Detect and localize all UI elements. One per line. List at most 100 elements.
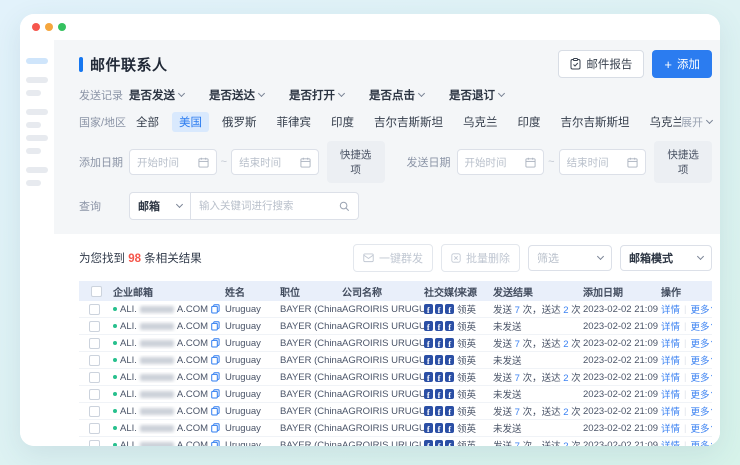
country-chip[interactable]: 俄罗斯 [215, 112, 264, 132]
detail-link[interactable]: 详情 [661, 404, 680, 418]
row-checkbox[interactable] [89, 423, 100, 434]
add-date-end-input[interactable]: 结束时间 [231, 149, 319, 175]
facebook-icon[interactable] [435, 440, 444, 446]
add-date-start-input[interactable]: 开始时间 [129, 149, 217, 175]
send-record-filter-dropdown[interactable]: 是否点击 [369, 87, 424, 103]
facebook-icon[interactable] [435, 389, 444, 399]
copy-icon[interactable] [211, 304, 220, 314]
facebook-icon[interactable] [435, 321, 444, 331]
filter-select[interactable]: 筛选 [528, 245, 612, 271]
more-link[interactable]: 更多 [690, 404, 712, 418]
detail-link[interactable]: 详情 [661, 421, 680, 435]
select-all-checkbox[interactable] [91, 286, 102, 297]
facebook-icon[interactable] [445, 355, 454, 365]
country-chip[interactable]: 印度 [324, 112, 361, 132]
more-link[interactable]: 更多 [690, 319, 712, 333]
row-checkbox[interactable] [89, 355, 100, 366]
send-record-filter-dropdown[interactable]: 是否退订 [449, 87, 504, 103]
row-checkbox[interactable] [89, 389, 100, 400]
traffic-light-close-icon[interactable] [32, 23, 40, 31]
sidebar-item[interactable] [26, 109, 48, 115]
row-checkbox[interactable] [89, 406, 100, 417]
facebook-icon[interactable] [424, 304, 433, 314]
row-checkbox[interactable] [89, 440, 100, 447]
detail-link[interactable]: 详情 [661, 319, 680, 333]
facebook-icon[interactable] [435, 406, 444, 416]
batch-delete-button[interactable]: 批量删除 [441, 244, 520, 272]
traffic-light-minimize-icon[interactable] [45, 23, 53, 31]
add-date-quick-options-button[interactable]: 快捷选项 [327, 141, 385, 183]
detail-link[interactable]: 详情 [661, 302, 680, 316]
country-chip[interactable]: 吉尔吉斯斯坦 [367, 112, 450, 132]
sidebar-item[interactable] [26, 122, 41, 128]
mode-select[interactable]: 邮箱模式 [620, 245, 712, 271]
send-date-end-input[interactable]: 结束时间 [559, 149, 647, 175]
detail-link[interactable]: 详情 [661, 353, 680, 367]
copy-icon[interactable] [211, 338, 220, 348]
sidebar-item[interactable] [26, 90, 41, 96]
facebook-icon[interactable] [435, 338, 444, 348]
sidebar-item[interactable] [26, 167, 48, 173]
facebook-icon[interactable] [435, 372, 444, 382]
copy-icon[interactable] [211, 440, 220, 446]
row-checkbox[interactable] [89, 338, 100, 349]
detail-link[interactable]: 详情 [661, 387, 680, 401]
row-checkbox[interactable] [89, 304, 100, 315]
sidebar-item[interactable] [26, 180, 41, 186]
search-input[interactable] [199, 200, 339, 212]
row-checkbox[interactable] [89, 321, 100, 332]
detail-link[interactable]: 详情 [661, 336, 680, 350]
sidebar-item[interactable] [26, 77, 48, 83]
add-button[interactable]: + 添加 [652, 50, 712, 78]
email-report-button[interactable]: 邮件报告 [558, 50, 644, 78]
country-chip[interactable]: 菲律宾 [270, 112, 319, 132]
traffic-light-zoom-icon[interactable] [58, 23, 66, 31]
more-link[interactable]: 更多 [690, 353, 712, 367]
facebook-icon[interactable] [445, 423, 454, 433]
country-chip[interactable]: 吉尔吉斯斯坦 [554, 112, 637, 132]
country-chip[interactable]: 乌克兰 [643, 112, 682, 132]
detail-link[interactable]: 详情 [661, 370, 680, 384]
facebook-icon[interactable] [435, 423, 444, 433]
facebook-icon[interactable] [424, 321, 433, 331]
more-link[interactable]: 更多 [690, 387, 712, 401]
row-checkbox[interactable] [89, 372, 100, 383]
send-record-filter-dropdown[interactable]: 是否发送 [129, 87, 184, 103]
facebook-icon[interactable] [445, 321, 454, 331]
sidebar-item[interactable] [26, 148, 41, 154]
country-chip[interactable]: 全部 [129, 112, 166, 132]
send-record-filter-dropdown[interactable]: 是否送达 [209, 87, 264, 103]
more-link[interactable]: 更多 [690, 336, 712, 350]
facebook-icon[interactable] [445, 406, 454, 416]
copy-icon[interactable] [211, 389, 220, 399]
country-chip[interactable]: 乌克兰 [456, 112, 505, 132]
facebook-icon[interactable] [445, 338, 454, 348]
facebook-icon[interactable] [445, 304, 454, 314]
facebook-icon[interactable] [424, 423, 433, 433]
sidebar-item[interactable] [26, 58, 48, 64]
more-link[interactable]: 更多 [690, 302, 712, 316]
more-link[interactable]: 更多 [690, 438, 712, 446]
query-type-select[interactable]: 邮箱 [129, 192, 191, 220]
mass-send-button[interactable]: 一键群发 [353, 244, 433, 272]
facebook-icon[interactable] [424, 338, 433, 348]
copy-icon[interactable] [211, 406, 220, 416]
facebook-icon[interactable] [445, 440, 454, 446]
send-date-quick-options-button[interactable]: 快捷选项 [654, 141, 712, 183]
facebook-icon[interactable] [435, 355, 444, 365]
facebook-icon[interactable] [424, 440, 433, 446]
country-chip[interactable]: 印度 [511, 112, 548, 132]
copy-icon[interactable] [211, 372, 220, 382]
send-date-start-input[interactable]: 开始时间 [457, 149, 545, 175]
copy-icon[interactable] [211, 321, 220, 331]
country-chip[interactable]: 美国 [172, 112, 209, 132]
copy-icon[interactable] [211, 355, 220, 365]
facebook-icon[interactable] [424, 355, 433, 365]
sidebar-item[interactable] [26, 135, 48, 141]
facebook-icon[interactable] [424, 406, 433, 416]
facebook-icon[interactable] [424, 372, 433, 382]
copy-icon[interactable] [211, 423, 220, 433]
detail-link[interactable]: 详情 [661, 438, 680, 446]
facebook-icon[interactable] [424, 389, 433, 399]
facebook-icon[interactable] [445, 389, 454, 399]
